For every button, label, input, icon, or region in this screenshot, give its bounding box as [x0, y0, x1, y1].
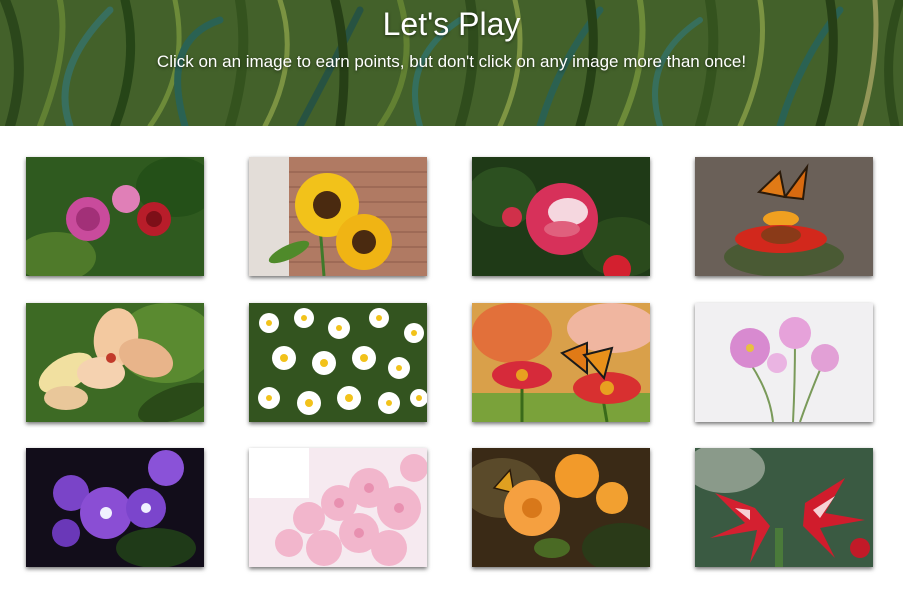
image-card-red-amaryllis[interactable] [695, 448, 873, 567]
image-card-daisies[interactable] [249, 303, 427, 422]
header-banner: Let's Play Click on an image to earn poi… [0, 0, 903, 126]
image-card-butterfly-gerbera[interactable] [472, 303, 650, 422]
image-grid [0, 126, 903, 600]
cherry-blossoms-image [249, 448, 427, 567]
amaryllis-image [695, 448, 873, 567]
image-card-cherry-blossoms[interactable] [249, 448, 427, 567]
geraniums-image [26, 448, 204, 567]
image-card-sunflowers[interactable] [249, 157, 427, 276]
image-card-pink-red-roses[interactable] [26, 157, 204, 276]
page-title: Let's Play [382, 6, 521, 42]
image-card-purple-geraniums[interactable] [26, 448, 204, 567]
gerbera-butterfly-image [472, 303, 650, 422]
instructions-text: Click on an image to earn points, but do… [156, 52, 747, 71]
lilies-image [26, 303, 204, 422]
cosmos-image [695, 303, 873, 422]
roses-image [26, 157, 204, 276]
butterfly-flower-image [695, 157, 873, 276]
daisies-image [249, 303, 427, 422]
pink-rose-image [472, 157, 650, 276]
image-card-pink-rose[interactable] [472, 157, 650, 276]
image-card-lilies[interactable] [26, 303, 204, 422]
image-card-orange-flowers[interactable] [472, 448, 650, 567]
sunflowers-image [249, 157, 427, 276]
image-card-cosmos[interactable] [695, 303, 873, 422]
orange-flowers-image [472, 448, 650, 567]
image-card-butterfly-red-flower[interactable] [695, 157, 873, 276]
